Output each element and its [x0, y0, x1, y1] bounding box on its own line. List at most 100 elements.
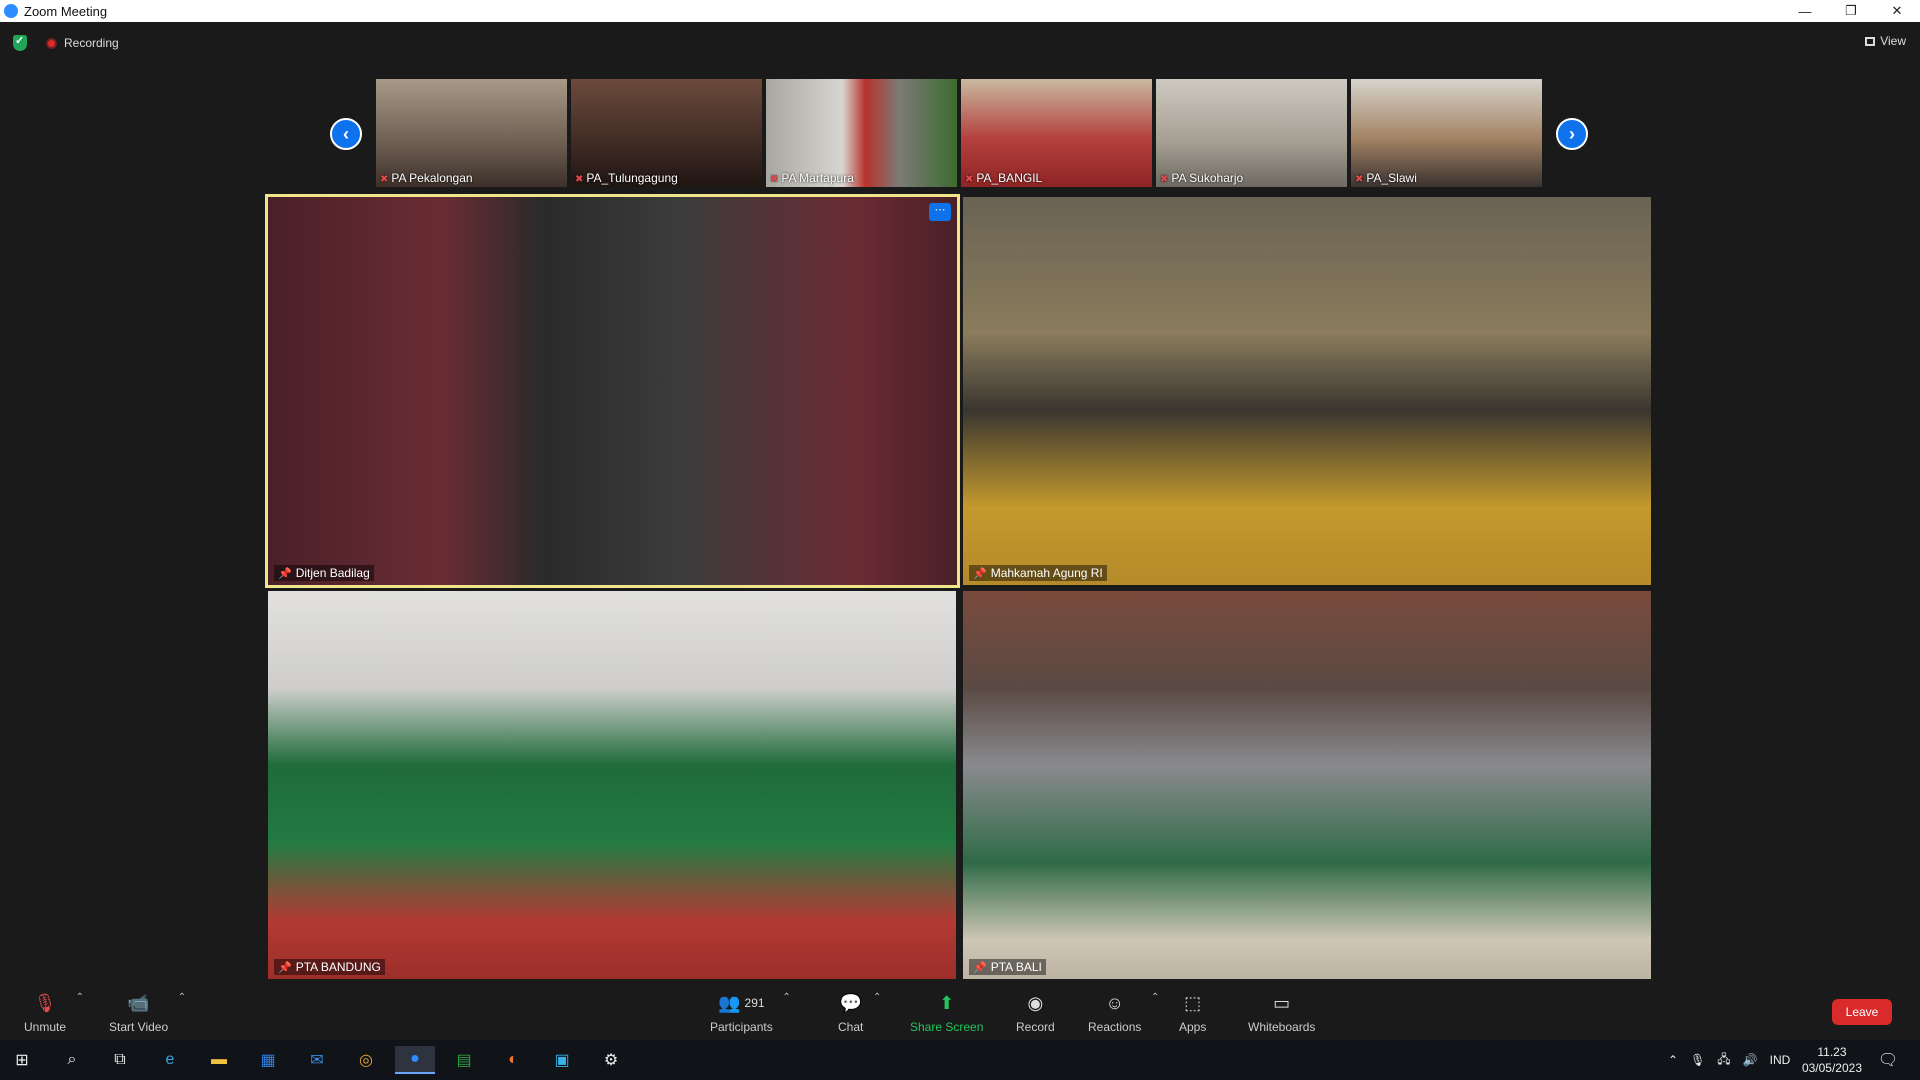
security-shield-icon[interactable]: [13, 34, 27, 51]
reactions-icon: ☺: [1105, 992, 1124, 1013]
grid-icon: [1865, 36, 1876, 46]
input-language[interactable]: IND: [1770, 1053, 1791, 1067]
video-tile-pta-bandung[interactable]: 📌 PTA BANDUNG: [268, 591, 956, 979]
participants-button[interactable]: 👥 291 Participants ⌃: [710, 992, 791, 1034]
pin-icon: 📌: [278, 568, 292, 580]
participant-thumbnail[interactable]: ✖ PA Sukoharjo: [1156, 79, 1347, 187]
file-explorer-icon[interactable]: ▬: [199, 1046, 239, 1074]
muted-mic-icon: ✖: [965, 174, 974, 185]
meeting-toolbar: 🎙 Unmute ⌃ 📹 Start Video ⌃ 👥 291 Partici…: [0, 982, 1920, 1040]
chevron-up-icon[interactable]: ⌃: [1668, 1053, 1678, 1067]
chat-icon: 💬: [839, 992, 862, 1013]
thumbnail-name: ✖ PA_Tulungagung: [575, 171, 678, 185]
whiteboard-icon: ▭: [1273, 992, 1291, 1013]
chevron-up-icon[interactable]: ⌃: [1151, 992, 1159, 1003]
remote-desktop-icon[interactable]: ▣: [542, 1046, 582, 1074]
windows-start-icon[interactable]: ⊞: [2, 1046, 42, 1074]
window-titlebar: Zoom Meeting — ❐ ✕: [0, 0, 1920, 22]
participant-thumbnail[interactable]: ✖ PA_BANGIL: [961, 79, 1152, 187]
view-label: View: [1880, 34, 1906, 48]
strip-next-arrow[interactable]: ›: [1556, 118, 1588, 150]
settings-gear-icon[interactable]: ⚙: [591, 1046, 631, 1074]
edge-browser-icon[interactable]: e: [150, 1046, 190, 1074]
chevron-up-icon[interactable]: ⌃: [76, 992, 84, 1003]
whiteboards-button[interactable]: ▭ Whiteboards: [1248, 992, 1316, 1035]
unmute-label: Unmute: [24, 1020, 67, 1034]
store-icon[interactable]: ▦: [248, 1046, 288, 1074]
participant-thumbnail[interactable]: ✖ PA_Tulungagung: [571, 79, 762, 187]
apps-button[interactable]: ⬚ Apps: [1179, 992, 1207, 1035]
mail-icon[interactable]: ✉: [297, 1046, 337, 1074]
excel-icon[interactable]: ▤: [444, 1046, 484, 1074]
tile-name-label: 📌 Mahkamah Agung RI: [969, 565, 1107, 581]
clock[interactable]: 11.23 03/05/2023: [1802, 1044, 1862, 1076]
window-title: Zoom Meeting: [24, 3, 108, 19]
muted-mic-icon: ✖: [1160, 174, 1169, 185]
windows-taskbar: ⊞ ⌕ ⧉ e ▬ ▦ ✉ ◎ ● ▤ ◐ ▣ ⚙ ⌃ 🎙 🖧 🔊 IND 11…: [0, 1040, 1920, 1080]
video-tile-ditjen-badilag[interactable]: ⋯ 📌 Ditjen Badilag: [265, 194, 960, 588]
pin-icon: 📌: [973, 962, 987, 974]
record-button[interactable]: ◉ Record: [1016, 992, 1055, 1035]
recording-icon: [46, 38, 57, 49]
record-label: Record: [1016, 1020, 1055, 1034]
chrome-icon[interactable]: ◎: [346, 1046, 386, 1074]
chevron-up-icon[interactable]: ⌃: [178, 992, 186, 1003]
reactions-label: Reactions: [1088, 1020, 1142, 1034]
participant-count: 291: [744, 996, 765, 1010]
unmute-button[interactable]: 🎙 Unmute ⌃: [24, 992, 84, 1034]
start-video-label: Start Video: [109, 1020, 169, 1034]
muted-mic-icon: ✖: [380, 174, 389, 185]
system-tray: ⌃ 🎙 🖧 🔊 IND: [1668, 1040, 1790, 1080]
whiteboards-label: Whiteboards: [1248, 1020, 1316, 1034]
network-icon[interactable]: 🖧: [1717, 1050, 1730, 1071]
thumbnail-name: ✖ PA Pekalongan: [380, 171, 473, 185]
view-button[interactable]: View: [1865, 34, 1906, 48]
muted-mic-icon: ✖: [575, 174, 584, 185]
participant-thumbnail[interactable]: ✖ PA Martapura: [766, 79, 957, 187]
tile-name-label: 📌 PTA BANDUNG: [274, 959, 385, 975]
chat-button[interactable]: 💬 Chat ⌃: [838, 992, 881, 1034]
chevron-right-icon: ›: [1569, 123, 1575, 144]
apps-label: Apps: [1179, 1020, 1207, 1034]
thumbnail-name: ✖ PA_BANGIL: [965, 171, 1043, 185]
reactions-button[interactable]: ☺ Reactions ⌃: [1088, 992, 1159, 1034]
start-video-button[interactable]: 📹 Start Video ⌃: [109, 992, 186, 1034]
zoom-app-icon: [4, 4, 18, 18]
firefox-icon[interactable]: ◐: [493, 1046, 533, 1074]
video-tile-mahkamah-agung[interactable]: 📌 Mahkamah Agung RI: [963, 197, 1651, 585]
muted-mic-icon: ✖: [770, 174, 779, 185]
minimize-button[interactable]: —: [1782, 0, 1828, 22]
notifications-icon[interactable]: 🗨: [1868, 1046, 1908, 1074]
share-screen-button[interactable]: ⬆ Share Screen: [910, 992, 984, 1035]
thumbnail-name: ✖ PA_Slawi: [1355, 171, 1417, 185]
more-options-button[interactable]: ⋯: [929, 203, 951, 221]
strip-prev-arrow[interactable]: ‹: [330, 118, 362, 150]
participant-thumbnail[interactable]: ✖ PA Pekalongan: [376, 79, 567, 187]
zoom-taskbar-icon[interactable]: ●: [395, 1046, 435, 1074]
muted-mic-icon: 🎙: [33, 992, 57, 1013]
microphone-icon[interactable]: 🎙: [1690, 1053, 1705, 1067]
close-button[interactable]: ✕: [1874, 0, 1920, 22]
share-screen-label: Share Screen: [910, 1020, 984, 1034]
participant-thumbnail[interactable]: ✖ PA_Slawi: [1351, 79, 1542, 187]
participants-icon: 👥 291: [718, 992, 765, 1013]
volume-icon[interactable]: 🔊: [1743, 1053, 1758, 1067]
restore-button[interactable]: ❐: [1828, 0, 1874, 22]
thumbnail-name: ✖ PA Sukoharjo: [1160, 171, 1244, 185]
chevron-up-icon[interactable]: ⌃: [782, 992, 790, 1003]
record-icon: ◉: [1027, 992, 1044, 1013]
tile-name-label: 📌 Ditjen Badilag: [274, 565, 374, 581]
share-screen-icon: ⬆: [939, 992, 955, 1013]
search-icon[interactable]: ⌕: [52, 1046, 92, 1074]
participants-label: Participants: [710, 1020, 773, 1034]
chevron-left-icon: ‹: [343, 123, 349, 144]
pin-icon: 📌: [278, 962, 292, 974]
video-tile-pta-bali[interactable]: 📌 PTA BALI: [963, 591, 1651, 979]
leave-button[interactable]: Leave: [1832, 999, 1892, 1025]
thumbnail-name: ✖ PA Martapura: [770, 171, 854, 185]
task-view-icon[interactable]: ⧉: [100, 1046, 140, 1074]
chevron-up-icon[interactable]: ⌃: [873, 992, 881, 1003]
pin-icon: 📌: [973, 568, 987, 580]
chat-label: Chat: [838, 1020, 864, 1034]
tile-name-label: 📌 PTA BALI: [969, 959, 1046, 975]
